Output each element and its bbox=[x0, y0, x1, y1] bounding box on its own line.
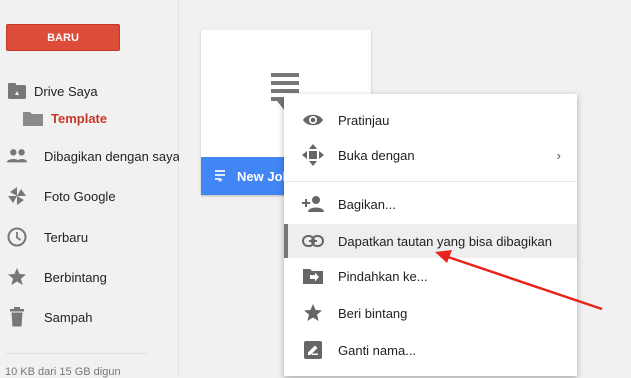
menu-item-move-to[interactable]: Pindahkan ke... bbox=[284, 259, 577, 293]
link-icon bbox=[302, 230, 324, 252]
new-button[interactable]: BARU bbox=[6, 24, 120, 51]
sidebar-item-my-drive[interactable]: Drive Saya bbox=[0, 79, 178, 103]
storage-usage: 10 KB dari 15 GB digun bbox=[5, 366, 121, 378]
sidebar-item-label: Sampah bbox=[44, 309, 93, 325]
folder-icon bbox=[22, 107, 44, 129]
menu-item-label: Ganti nama... bbox=[338, 342, 417, 358]
star-icon bbox=[6, 266, 28, 288]
file-title: New Jol bbox=[237, 168, 287, 184]
rename-icon bbox=[302, 339, 324, 361]
sidebar-divider bbox=[6, 353, 148, 354]
star-icon bbox=[302, 302, 324, 324]
people-icon bbox=[6, 145, 28, 167]
chevron-right-icon: › bbox=[556, 147, 561, 163]
sidebar-item-starred[interactable]: Berbintang bbox=[0, 265, 178, 289]
move-to-folder-icon bbox=[302, 265, 324, 287]
sidebar-item-label: Template bbox=[51, 110, 108, 126]
sidebar-item-photos[interactable]: Foto Google bbox=[0, 184, 178, 208]
sidebar-item-label: Terbaru bbox=[44, 229, 89, 245]
context-menu: Pratinjau Buka dengan › Bagikan... Dapat… bbox=[284, 94, 577, 376]
clock-icon bbox=[6, 226, 28, 248]
menu-item-preview[interactable]: Pratinjau bbox=[284, 103, 577, 137]
sidebar-item-label: Drive Saya bbox=[34, 83, 98, 99]
menu-item-label: Beri bintang bbox=[338, 305, 408, 321]
menu-item-star[interactable]: Beri bintang bbox=[284, 296, 577, 330]
menu-item-label: Pindahkan ke... bbox=[338, 268, 428, 284]
sidebar-item-template[interactable]: Template bbox=[0, 106, 178, 130]
menu-item-share[interactable]: Bagikan... bbox=[284, 187, 577, 221]
menu-item-label: Bagikan... bbox=[338, 196, 396, 212]
sidebar-item-label: Foto Google bbox=[44, 188, 116, 204]
menu-item-get-link[interactable]: Dapatkan tautan yang bisa dibagikan bbox=[284, 224, 577, 258]
photos-icon bbox=[6, 185, 28, 207]
menu-divider bbox=[284, 181, 577, 182]
sidebar-item-label: Berbintang bbox=[44, 269, 107, 285]
menu-item-label: Buka dengan bbox=[338, 147, 415, 163]
menu-item-rename[interactable]: Ganti nama... bbox=[284, 333, 577, 367]
sidebar-item-label: Dibagikan dengan saya bbox=[44, 148, 180, 164]
trash-icon bbox=[6, 306, 28, 328]
menu-item-open-with[interactable]: Buka dengan › bbox=[284, 138, 577, 172]
sidebar-item-trash[interactable]: Sampah bbox=[0, 305, 178, 329]
sidebar: BARU Drive Saya Template Dibagikan denga… bbox=[0, 0, 180, 378]
menu-item-label: Dapatkan tautan yang bisa dibagikan bbox=[338, 233, 552, 249]
drive-icon bbox=[6, 80, 28, 102]
doc-icon bbox=[215, 170, 225, 185]
eye-icon bbox=[302, 109, 324, 131]
sidebar-item-recent[interactable]: Terbaru bbox=[0, 225, 178, 249]
menu-item-label: Pratinjau bbox=[338, 112, 390, 128]
move-icon bbox=[302, 144, 324, 166]
sidebar-item-shared[interactable]: Dibagikan dengan saya bbox=[0, 144, 180, 168]
add-person-icon bbox=[302, 193, 324, 215]
